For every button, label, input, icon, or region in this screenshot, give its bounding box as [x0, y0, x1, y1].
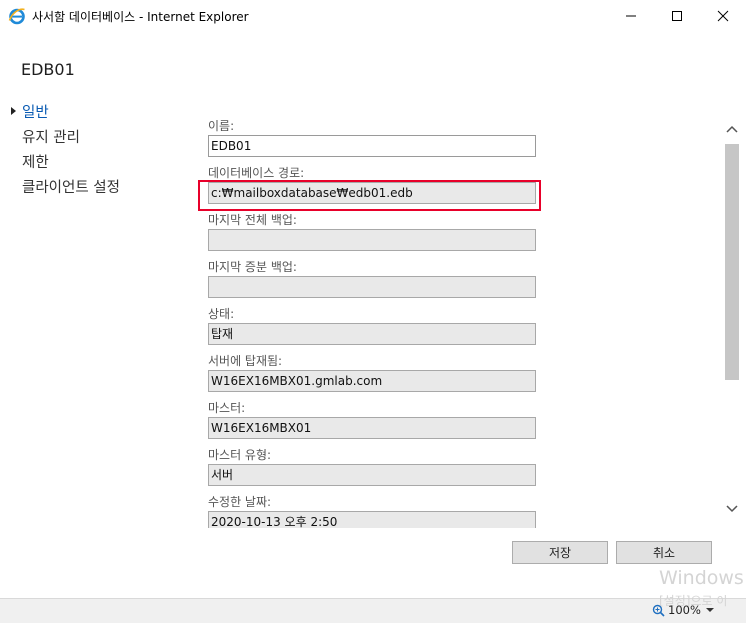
scroll-up-button[interactable] [724, 118, 740, 140]
field-label: 마지막 증분 백업: [208, 260, 297, 274]
internet-explorer-icon [8, 8, 25, 25]
activation-watermark: Windows [659, 567, 744, 589]
field-label: 상태: [208, 307, 235, 321]
field-name: 이름: EDB01 [208, 118, 538, 157]
save-button[interactable]: 저장 [512, 541, 608, 564]
minimize-icon [626, 15, 636, 17]
field-label: 서버에 탑재됨: [208, 354, 283, 368]
chevron-down-icon [726, 505, 738, 513]
maximize-icon [672, 11, 682, 21]
maximize-button[interactable] [654, 0, 700, 32]
zoom-level: 100% [668, 603, 701, 617]
modified-date-field[interactable]: 2020-10-13 오후 2:50 [208, 511, 536, 528]
sidebar-item-label: 제한 [22, 155, 49, 171]
name-input[interactable]: EDB01 [208, 135, 536, 157]
field-last-incremental-backup: 마지막 증분 백업: [208, 259, 538, 298]
title-bar: 사서함 데이터베이스 - Internet Explorer [0, 0, 746, 32]
sidebar-item-maintenance[interactable]: 유지 관리 [10, 126, 120, 151]
sidebar-nav: 일반 유지 관리 제한 클라이언트 설정 [10, 101, 120, 201]
field-label: 마지막 전체 백업: [208, 213, 297, 227]
general-form: 이름: EDB01 데이터베이스 경로: c:₩mailboxdatabase₩… [208, 118, 538, 528]
sidebar-item-label: 클라이언트 설정 [22, 180, 120, 196]
sidebar-item-general[interactable]: 일반 [10, 101, 120, 126]
last-incremental-backup-field[interactable] [208, 276, 536, 298]
field-database-path: 데이터베이스 경로: c:₩mailboxdatabase₩edb01.edb [208, 165, 538, 204]
chevron-up-icon [726, 125, 738, 133]
status-field[interactable]: 탑재 [208, 323, 536, 345]
master-type-field[interactable]: 서버 [208, 464, 536, 486]
zoom-icon [652, 604, 665, 617]
mounted-on-server-field[interactable]: W16EX16MBX01.gmlab.com [208, 370, 536, 392]
field-label: 수정한 날짜: [208, 495, 272, 509]
field-label: 마스터: [208, 401, 246, 415]
sidebar-item-limits[interactable]: 제한 [10, 151, 120, 176]
minimize-button[interactable] [608, 0, 654, 32]
cancel-button[interactable]: 취소 [616, 541, 712, 564]
status-bar [0, 598, 746, 623]
field-label: 마스터 유형: [208, 448, 272, 462]
sidebar-item-label: 유지 관리 [22, 130, 80, 146]
field-label: 이름: [208, 119, 235, 133]
field-status: 상태: 탑재 [208, 306, 538, 345]
master-field[interactable]: W16EX16MBX01 [208, 417, 536, 439]
window-title: 사서함 데이터베이스 - Internet Explorer [32, 10, 249, 24]
zoom-control[interactable]: 100% [652, 603, 714, 617]
scroll-thumb[interactable] [725, 144, 739, 380]
field-master: 마스터: W16EX16MBX01 [208, 400, 538, 439]
scroll-down-button[interactable] [724, 498, 740, 520]
last-full-backup-field[interactable] [208, 229, 536, 251]
selected-arrow-icon [11, 107, 16, 115]
close-button[interactable] [700, 0, 746, 32]
field-modified-date: 수정한 날짜: 2020-10-13 오후 2:50 [208, 494, 538, 528]
field-label: 데이터베이스 경로: [208, 166, 305, 180]
field-last-full-backup: 마지막 전체 백업: [208, 212, 538, 251]
page-title: EDB01 [21, 60, 75, 79]
chevron-down-icon [705, 608, 714, 612]
close-icon [717, 10, 729, 22]
sidebar-item-client-settings[interactable]: 클라이언트 설정 [10, 176, 120, 201]
field-mounted-on-server: 서버에 탑재됨: W16EX16MBX01.gmlab.com [208, 353, 538, 392]
vertical-scrollbar[interactable] [724, 118, 740, 526]
database-path-field[interactable]: c:₩mailboxdatabase₩edb01.edb [208, 182, 536, 204]
field-master-type: 마스터 유형: 서버 [208, 447, 538, 486]
sidebar-item-label: 일반 [22, 105, 49, 121]
